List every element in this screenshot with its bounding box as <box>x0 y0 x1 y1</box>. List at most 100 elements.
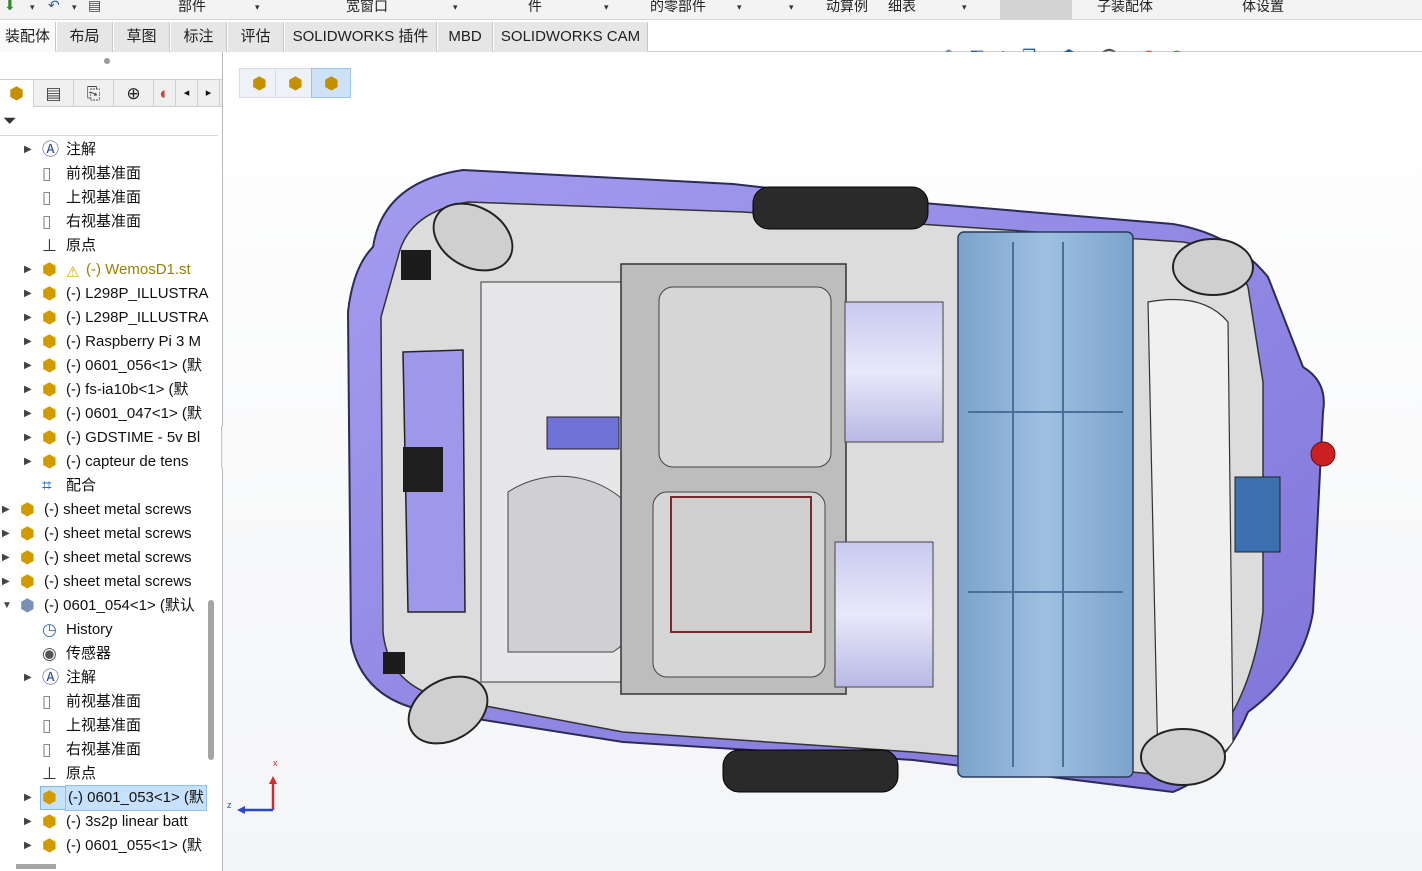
tree-row[interactable]: ▯ 前视基准面 <box>0 690 210 714</box>
expand-arrow-icon[interactable]: ▶ <box>24 354 32 378</box>
tree-row[interactable]: ▶ ⬢ (-) sheet metal screws <box>0 522 210 546</box>
tree-row[interactable]: ◉ 传感器 <box>0 642 210 666</box>
tree-row[interactable]: ▶ ⬢ (-) capteur de tens <box>0 450 210 474</box>
tree-row[interactable]: ▶ ⬢ (-) fs-ia10b<1> (默 <box>0 378 210 402</box>
expand-arrow-icon[interactable]: ▶ <box>24 282 32 306</box>
tree-row[interactable]: ▶ ⬢ ⚠ (-) WemosD1.st <box>0 258 210 282</box>
expand-arrow-icon[interactable]: ▶ <box>24 378 32 402</box>
expand-arrow-icon[interactable]: ▶ <box>24 306 32 330</box>
tree-filter-bar[interactable]: ⏷ <box>0 108 218 136</box>
tree-row[interactable]: ▼ ⬢ (-) 0601_054<1> (默认 <box>0 594 210 618</box>
tree-row[interactable]: ▶ ⬢ (-) L298P_ILLUSTRA <box>0 282 210 306</box>
filter-icon[interactable]: ⏷ <box>3 111 17 131</box>
chevron-down-icon[interactable]: ▾ <box>72 2 77 13</box>
tree-item-label: (-) WemosD1.st <box>86 261 191 278</box>
expand-arrow-icon[interactable]: ▶ <box>24 786 32 810</box>
tab-solidworks-cam[interactable]: SOLIDWORKS CAM <box>494 22 648 52</box>
ribbon-item[interactable]: 子装配体 <box>1097 0 1153 16</box>
tree-row[interactable]: ▶ ⬢ (-) sheet metal screws <box>0 498 210 522</box>
dimxpert-icon[interactable]: ⊕ <box>114 80 154 107</box>
chevron-down-icon[interactable]: ▾ <box>255 2 260 13</box>
tree-row[interactable]: ◷ History <box>0 618 210 642</box>
tree-row[interactable]: ▶ Ⓐ 注解 <box>0 138 210 162</box>
caster-top-right[interactable] <box>1172 238 1254 296</box>
tree-row[interactable]: ⌗ 配合 <box>0 474 210 498</box>
collapse-arrow-icon[interactable]: ▼ <box>2 594 12 618</box>
ribbon-item[interactable]: 部件 <box>178 0 206 16</box>
tree-row[interactable]: ⊥ 原点 <box>0 234 210 258</box>
feature-manager-icon[interactable]: ⬢ <box>0 80 34 107</box>
expand-arrow-icon[interactable]: ▶ <box>2 546 10 570</box>
undo-icon[interactable]: ↶ <box>48 0 60 14</box>
tab-assembly[interactable]: 装配体 <box>0 22 56 52</box>
tree-row[interactable]: ▶ ⬢ (-) 0601_053<1> (默 <box>0 785 210 811</box>
tree-row[interactable]: ▯ 上视基准面 <box>0 186 210 210</box>
expand-arrow-icon[interactable]: ▶ <box>24 426 32 450</box>
expand-arrow-icon[interactable]: ▶ <box>24 138 32 162</box>
chevron-down-icon[interactable]: ▾ <box>30 2 35 13</box>
tree-row[interactable]: ▶ ⬢ (-) Raspberry Pi 3 M <box>0 330 210 354</box>
wheel-top-center[interactable] <box>752 186 929 230</box>
caster-bottom-right[interactable] <box>1140 728 1226 786</box>
expand-arrow-icon[interactable]: ▶ <box>2 570 10 594</box>
tree-row[interactable]: ▶ ⬢ (-) 0601_055<1> (默 <box>0 834 210 858</box>
tree-row[interactable]: ▶ ⬢ (-) 0601_056<1> (默 <box>0 354 210 378</box>
tab-evaluate[interactable]: 评估 <box>228 22 284 52</box>
ribbon-item[interactable]: 宽窗口 <box>346 0 388 16</box>
tab-solidworks-addins[interactable]: SOLIDWORKS 插件 <box>285 22 437 52</box>
scroll-left-icon[interactable]: ◂ <box>176 80 198 107</box>
tree-row[interactable]: ▯ 前视基准面 <box>0 162 210 186</box>
tree-row[interactable]: ▶ Ⓐ 注解 <box>0 666 210 690</box>
chevron-down-icon[interactable]: ▾ <box>453 2 458 13</box>
expand-arrow-icon[interactable]: ▶ <box>24 810 32 834</box>
property-manager-icon[interactable]: ▤ <box>34 80 74 107</box>
expand-arrow-icon[interactable]: ▶ <box>2 498 10 522</box>
tree-row[interactable]: ⊥ 原点 <box>0 762 210 786</box>
tree-row[interactable]: ▶ ⬢ (-) GDSTIME - 5v Bl <box>0 426 210 450</box>
wheel-bottom-center[interactable] <box>722 749 899 793</box>
robot-car-model[interactable] <box>223 52 1422 871</box>
tree-row[interactable]: ▯ 右视基准面 <box>0 210 210 234</box>
expand-arrow-icon[interactable]: ▶ <box>24 258 32 282</box>
part-icon: ⬢ <box>20 500 35 519</box>
tree-row[interactable]: ▶ ⬢ (-) L298P_ILLUSTRA <box>0 306 210 330</box>
ribbon-item[interactable]: 的零部件 <box>650 0 706 16</box>
tree-row[interactable]: ▶ ⬢ (-) 0601_047<1> (默 <box>0 402 210 426</box>
chevron-down-icon[interactable]: ▾ <box>604 2 609 13</box>
expand-arrow-icon[interactable]: ▶ <box>24 402 32 426</box>
expand-arrow-icon[interactable]: ▶ <box>24 330 32 354</box>
ribbon-item[interactable]: 件 <box>528 0 542 16</box>
insert-components-icon[interactable]: ⬇ <box>4 0 16 14</box>
tab-sketch[interactable]: 草图 <box>114 22 170 52</box>
tree-row[interactable]: ▶ ⬢ (-) 3s2p linear batt <box>0 810 210 834</box>
expand-arrow-icon[interactable]: ▶ <box>24 666 32 690</box>
tab-annotation[interactable]: 标注 <box>171 22 227 52</box>
ribbon-item[interactable]: 动算例 <box>826 0 868 16</box>
tab-layout[interactable]: 布局 <box>57 22 113 52</box>
annotation-icon: Ⓐ <box>42 140 59 159</box>
chevron-down-icon[interactable]: ▾ <box>962 2 967 13</box>
display-manager-icon[interactable]: ◐ <box>154 80 176 107</box>
ribbon-item[interactable]: 细表 <box>888 0 916 16</box>
panel-grip[interactable] <box>104 58 110 64</box>
graphics-area[interactable]: ⬢ ⬢ ⬢ x z <box>223 52 1422 871</box>
tree-row[interactable]: ▶ ⬢ (-) sheet metal screws <box>0 546 210 570</box>
file-properties-icon[interactable]: ▤ <box>88 0 101 14</box>
expand-arrow-icon[interactable]: ▶ <box>2 522 10 546</box>
tree-vertical-scrollbar[interactable] <box>208 600 214 760</box>
tree-row[interactable]: ▯ 右视基准面 <box>0 738 210 762</box>
tree-row[interactable]: ▯ 上视基准面 <box>0 714 210 738</box>
part-icon: ⬢ <box>42 812 57 831</box>
ribbon-item[interactable]: 体设置 <box>1242 0 1284 16</box>
tree-horizontal-scrollbar[interactable] <box>16 864 56 869</box>
chevron-down-icon[interactable]: ▾ <box>789 2 794 13</box>
expand-arrow-icon[interactable]: ▶ <box>24 834 32 858</box>
configuration-manager-icon[interactable]: ⎘ <box>74 80 114 107</box>
battery-pack[interactable] <box>957 231 1134 778</box>
tree-row[interactable]: ▶ ⬢ (-) sheet metal screws <box>0 570 210 594</box>
expand-arrow-icon[interactable]: ▶ <box>24 450 32 474</box>
chevron-down-icon[interactable]: ▾ <box>737 2 742 13</box>
ribbon-selected-item[interactable] <box>1000 0 1072 19</box>
tab-mbd[interactable]: MBD <box>438 22 493 52</box>
scroll-right-icon[interactable]: ▸ <box>198 80 220 107</box>
